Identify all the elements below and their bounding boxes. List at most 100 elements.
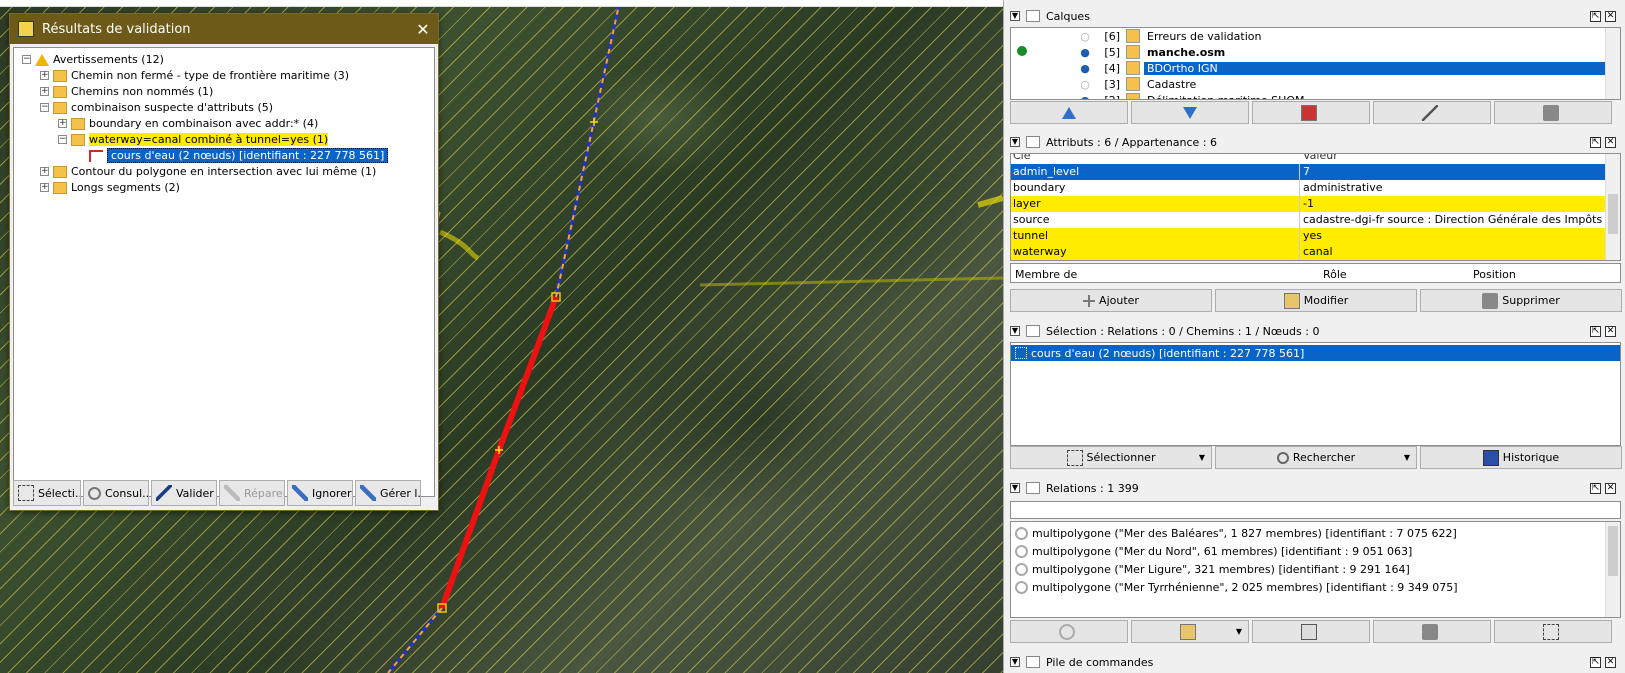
attribute-key[interactable]: source bbox=[1011, 212, 1300, 228]
tree-node[interactable]: − combinaison suspecte d'attributs (5) bbox=[40, 100, 273, 115]
collapse-icon[interactable]: ▼ bbox=[1010, 137, 1020, 147]
tree-node[interactable]: + boundary en combinaison avec addr:* (4) bbox=[58, 116, 318, 131]
relation-item[interactable]: multipolygone ("Mer des Baléares", 1 827… bbox=[1011, 525, 1620, 541]
attribute-key[interactable]: admin_level bbox=[1011, 164, 1300, 180]
select-button[interactable]: Sélecti... bbox=[13, 480, 81, 506]
attributes-panel-header[interactable]: ▼ Attributs : 6 / Appartenance : 6 ⇱ ✕ bbox=[1004, 132, 1625, 152]
relation-item[interactable]: multipolygone ("Mer Ligure", 321 membres… bbox=[1011, 561, 1620, 577]
expander-icon[interactable]: + bbox=[40, 183, 49, 192]
layer-row[interactable]: ○ [6] Erreurs de validation bbox=[1011, 28, 1620, 44]
dialog-titlebar[interactable]: Résultats de validation ✕ bbox=[10, 14, 438, 44]
attribute-row[interactable]: admin_level 7 bbox=[1011, 164, 1605, 180]
eye-hidden-icon[interactable]: ○ bbox=[1078, 30, 1092, 43]
manage-button[interactable]: Gérer l... bbox=[355, 480, 421, 506]
relations-panel-header[interactable]: ▼ Relations : 1 399 ⇱ ✕ bbox=[1004, 478, 1625, 498]
attribute-row[interactable]: boundary administrative bbox=[1011, 180, 1605, 196]
attributes-table[interactable]: Clé Valeur admin_level 7 boundary administr… bbox=[1010, 153, 1621, 261]
relation-new-button[interactable]: ▼ bbox=[1131, 620, 1249, 643]
relations-filter[interactable] bbox=[1010, 501, 1621, 519]
history-button[interactable]: Historique bbox=[1420, 446, 1622, 469]
tree-node[interactable]: + Longs segments (2) bbox=[40, 180, 180, 195]
delete-button[interactable]: Supprimer bbox=[1420, 289, 1622, 312]
attribute-value[interactable]: yes bbox=[1300, 228, 1605, 244]
select-button[interactable]: Sélectionner ▼ bbox=[1010, 446, 1212, 469]
relations-list[interactable]: multipolygone ("Mer des Baléares", 1 827… bbox=[1010, 521, 1621, 618]
commands-panel-header[interactable]: ▼ Pile de commandes ⇱ ✕ bbox=[1004, 652, 1625, 672]
relation-item[interactable]: multipolygone ("Mer Tyrrhénienne", 2 025… bbox=[1011, 579, 1620, 595]
collapse-icon[interactable]: ▼ bbox=[1010, 326, 1020, 336]
layer-row[interactable]: ○ [3] Cadastre bbox=[1011, 76, 1620, 92]
tree-node[interactable]: + Chemin non fermé - type de frontière ma… bbox=[40, 68, 349, 83]
validate-button[interactable]: Valider bbox=[151, 480, 217, 506]
relations-scrollbar[interactable] bbox=[1605, 522, 1620, 617]
dropdown-icon[interactable]: ▼ bbox=[1404, 453, 1410, 462]
close-panel-icon[interactable]: ✕ bbox=[1605, 325, 1616, 337]
eye-icon[interactable]: ● bbox=[1078, 62, 1092, 75]
close-panel-icon[interactable]: ✕ bbox=[1605, 656, 1616, 668]
search-button[interactable]: Rechercher ▼ bbox=[1215, 446, 1417, 469]
close-icon[interactable]: ✕ bbox=[408, 20, 438, 39]
relation-delete-button[interactable] bbox=[1373, 620, 1491, 643]
tree-node[interactable]: cours d'eau (2 nœuds) [identifiant : 227… bbox=[76, 148, 389, 163]
relation-select-button[interactable] bbox=[1494, 620, 1612, 643]
fix-button[interactable]: Réparer bbox=[219, 480, 285, 506]
close-panel-icon[interactable]: ✕ bbox=[1605, 482, 1616, 494]
detach-icon[interactable]: ⇱ bbox=[1590, 10, 1601, 22]
attribute-key[interactable]: boundary bbox=[1011, 180, 1300, 196]
merge-layers-button[interactable] bbox=[1252, 101, 1370, 124]
attribute-value[interactable]: canal bbox=[1300, 244, 1605, 260]
dropdown-icon[interactable]: ▼ bbox=[1236, 627, 1242, 636]
expander-icon[interactable]: + bbox=[40, 71, 49, 80]
attribute-value[interactable]: cadastre-dgi-fr source : Direction Génér… bbox=[1300, 212, 1605, 228]
delete-layer-button[interactable] bbox=[1494, 101, 1612, 124]
expander-icon[interactable]: + bbox=[40, 87, 49, 96]
detach-icon[interactable]: ⇱ bbox=[1590, 482, 1601, 494]
selection-list[interactable]: cours d'eau (2 nœuds) [identifiant : 227… bbox=[1010, 342, 1621, 446]
attributes-scrollbar[interactable] bbox=[1605, 154, 1620, 260]
ignore-button[interactable]: Ignorer bbox=[287, 480, 353, 506]
validation-tree[interactable]: − Avertissements (12) + Chemin non fermé - … bbox=[13, 47, 435, 497]
relation-item[interactable]: multipolygone ("Mer du Nord", 61 membres… bbox=[1011, 543, 1620, 559]
tree-node[interactable]: − waterway=canal combiné à tunnel=yes (1) bbox=[58, 132, 329, 147]
eye-hidden-icon[interactable]: ○ bbox=[1078, 78, 1092, 91]
attribute-value[interactable]: 7 bbox=[1300, 164, 1605, 180]
detach-icon[interactable]: ⇱ bbox=[1590, 656, 1601, 668]
relation-edit-button[interactable] bbox=[1010, 620, 1128, 643]
attribute-row[interactable]: tunnel yes bbox=[1011, 228, 1605, 244]
attribute-row[interactable]: layer -1 bbox=[1011, 196, 1605, 212]
tree-node[interactable]: + Contour du polygone en intersection ave… bbox=[40, 164, 376, 179]
expander-icon[interactable]: − bbox=[22, 55, 31, 64]
scroll-thumb[interactable] bbox=[1608, 194, 1618, 234]
scroll-thumb[interactable] bbox=[1608, 526, 1618, 576]
active-check-icon[interactable] bbox=[1011, 45, 1033, 59]
validation-results-dialog[interactable]: Résultats de validation ✕ − Avertissement… bbox=[9, 13, 439, 511]
collapse-icon[interactable]: ▼ bbox=[1010, 11, 1020, 21]
expander-icon[interactable]: − bbox=[40, 103, 49, 112]
relation-duplicate-button[interactable] bbox=[1252, 620, 1370, 643]
move-up-button[interactable] bbox=[1010, 101, 1128, 124]
selection-panel-header[interactable]: ▼ Sélection : Relations : 0 / Chemins : … bbox=[1004, 321, 1625, 341]
close-panel-icon[interactable]: ✕ bbox=[1605, 10, 1616, 22]
layer-row[interactable]: ● [5] manche.osm bbox=[1011, 44, 1620, 60]
add-button[interactable]: Ajouter bbox=[1010, 289, 1212, 312]
attribute-row[interactable]: waterway canal bbox=[1011, 244, 1605, 260]
attribute-value[interactable]: administrative bbox=[1300, 180, 1605, 196]
layer-properties-button[interactable] bbox=[1373, 101, 1491, 124]
layers-panel-header[interactable]: ▼ Calques ⇱ ✕ bbox=[1004, 6, 1625, 26]
layer-row[interactable]: ● [2] Délimitation maritime SHOM bbox=[1011, 92, 1620, 100]
tree-node[interactable]: + Chemins non nommés (1) bbox=[40, 84, 213, 99]
expander-icon[interactable]: + bbox=[58, 119, 67, 128]
eye-icon[interactable]: ● bbox=[1078, 94, 1092, 100]
move-down-button[interactable] bbox=[1131, 101, 1249, 124]
detach-icon[interactable]: ⇱ bbox=[1590, 325, 1601, 337]
attribute-key[interactable]: tunnel bbox=[1011, 228, 1300, 244]
expander-icon[interactable]: − bbox=[58, 135, 67, 144]
attribute-value[interactable]: -1 bbox=[1300, 196, 1605, 212]
close-panel-icon[interactable]: ✕ bbox=[1605, 136, 1616, 148]
expander-icon[interactable]: + bbox=[40, 167, 49, 176]
selection-item[interactable]: cours d'eau (2 nœuds) [identifiant : 227… bbox=[1011, 345, 1620, 361]
collapse-icon[interactable]: ▼ bbox=[1010, 483, 1020, 493]
detach-icon[interactable]: ⇱ bbox=[1590, 136, 1601, 148]
dropdown-icon[interactable]: ▼ bbox=[1199, 453, 1205, 462]
layers-list[interactable]: ○ [6] Erreurs de validation ● [5] manche.osm ●… bbox=[1010, 27, 1621, 100]
